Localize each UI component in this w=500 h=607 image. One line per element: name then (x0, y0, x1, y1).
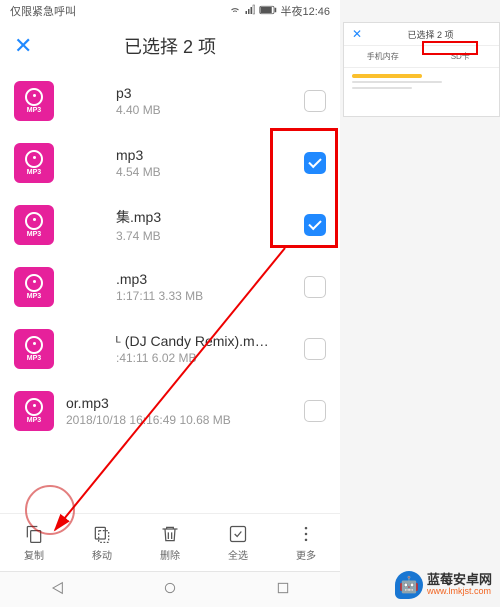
nav-home-icon[interactable] (162, 580, 178, 599)
phone-screen: 仅限紧急呼叫 半夜12:46 ✕ 已选择 2 项 MP3 p3 4.40 MB (0, 0, 340, 607)
status-right: 半夜12:46 (229, 3, 330, 19)
preview-text-line (352, 87, 412, 89)
bottom-toolbar: 复制 移动 删除 全选 更多 (0, 513, 340, 571)
file-info: 集.mp3 3.74 MB (116, 207, 292, 243)
wifi-icon (229, 4, 241, 19)
more-icon (295, 523, 317, 545)
toolbar-label: 删除 (160, 547, 180, 562)
toolbar-label: 更多 (296, 547, 316, 562)
nav-recent-icon[interactable] (275, 580, 291, 599)
file-info: p3 4.40 MB (116, 85, 292, 117)
file-name: p3 (116, 85, 292, 101)
file-meta: 2018/10/18 16:16:49 10.68 MB (66, 413, 292, 427)
checkbox-checked[interactable] (304, 152, 326, 174)
toolbar-label: 移动 (92, 547, 112, 562)
file-name: or.mp3 (66, 395, 292, 411)
select-all-icon (227, 523, 249, 545)
file-item[interactable]: MP3 ᴸ (DJ Candy Remix).m… :41:11 6.02 MB (14, 318, 326, 380)
checkbox[interactable] (304, 90, 326, 112)
checkbox[interactable] (304, 276, 326, 298)
preview-close-icon: ✕ (352, 27, 362, 41)
file-meta: 1:17:11 3.33 MB (116, 289, 292, 303)
mp3-icon: MP3 (14, 143, 54, 183)
watermark-logo-icon: 🤖 (395, 571, 423, 599)
mp3-icon: MP3 (14, 205, 54, 245)
checkbox-checked[interactable] (304, 214, 326, 236)
nav-back-icon[interactable] (49, 580, 65, 599)
move-button[interactable]: 移动 (77, 523, 127, 562)
file-meta: 4.54 MB (116, 165, 292, 179)
checkbox[interactable] (304, 400, 326, 422)
file-item[interactable]: MP3 .mp3 1:17:11 3.33 MB (14, 256, 326, 318)
trash-icon (159, 523, 181, 545)
page-title: 已选择 2 项 (36, 33, 304, 59)
mp3-icon: MP3 (14, 391, 54, 431)
file-name: 集.mp3 (116, 207, 292, 227)
android-nav-bar (0, 571, 340, 607)
file-info: .mp3 1:17:11 3.33 MB (116, 271, 292, 303)
preview-tab-phone: 手机内存 (344, 46, 422, 67)
copy-button[interactable]: 复制 (9, 523, 59, 562)
status-time: 半夜12:46 (280, 3, 330, 19)
status-bar: 仅限紧急呼叫 半夜12:46 (0, 0, 340, 22)
toolbar-label: 全选 (228, 547, 248, 562)
preview-annotation-box (422, 41, 478, 55)
file-name: .mp3 (116, 271, 292, 287)
watermark-url: www.lmkjst.com (427, 587, 492, 597)
preview-title: 已选择 2 项 (370, 28, 491, 41)
checkbox[interactable] (304, 338, 326, 360)
file-item[interactable]: MP3 mp3 4.54 MB (14, 132, 326, 194)
selection-header: ✕ 已选择 2 项 (0, 22, 340, 70)
file-info: ᴸ (DJ Candy Remix).m… :41:11 6.02 MB (116, 333, 292, 365)
file-meta: :41:11 6.02 MB (116, 351, 292, 365)
file-item[interactable]: MP3 集.mp3 3.74 MB (14, 194, 326, 256)
watermark-title: 蓝莓安卓网 (427, 573, 492, 587)
signal-icon (244, 4, 256, 19)
file-item[interactable]: MP3 p3 4.40 MB (14, 70, 326, 132)
file-meta: 3.74 MB (116, 229, 292, 243)
more-button[interactable]: 更多 (281, 523, 331, 562)
file-info: or.mp3 2018/10/18 16:16:49 10.68 MB (66, 395, 292, 427)
delete-button[interactable]: 删除 (145, 523, 195, 562)
mp3-icon: MP3 (14, 267, 54, 307)
select-all-button[interactable]: 全选 (213, 523, 263, 562)
move-icon (91, 523, 113, 545)
toolbar-label: 复制 (24, 547, 44, 562)
file-name: ᴸ (DJ Candy Remix).m… (116, 333, 292, 349)
preview-content (344, 68, 499, 116)
mp3-icon: MP3 (14, 329, 54, 369)
preview-text-line (352, 81, 442, 83)
file-item[interactable]: MP3 or.mp3 2018/10/18 16:16:49 10.68 MB (14, 380, 326, 442)
preview-thumbnail: ✕ 已选择 2 项 手机内存 SD卡 › (343, 22, 500, 117)
file-list: MP3 p3 4.40 MB MP3 mp3 4.54 MB MP3 集.mp3… (0, 70, 340, 513)
file-name: mp3 (116, 147, 292, 163)
battery-icon (259, 5, 277, 18)
file-meta: 4.40 MB (116, 103, 292, 117)
preview-storage-bar (352, 74, 422, 78)
close-icon[interactable]: ✕ (14, 33, 36, 59)
status-left-text: 仅限紧急呼叫 (10, 3, 76, 19)
watermark: 🤖 蓝莓安卓网 www.lmkjst.com (395, 571, 492, 599)
copy-icon (23, 523, 45, 545)
watermark-text: 蓝莓安卓网 www.lmkjst.com (427, 573, 492, 597)
mp3-icon: MP3 (14, 81, 54, 121)
file-info: mp3 4.54 MB (116, 147, 292, 179)
